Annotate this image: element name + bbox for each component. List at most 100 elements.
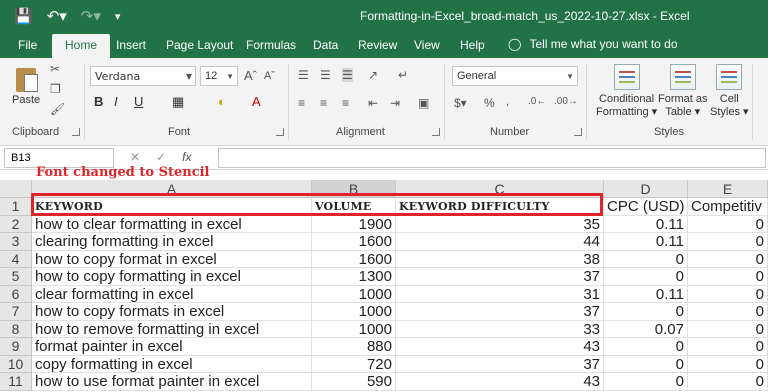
cell-cpc[interactable]: 0.11 (604, 285, 688, 303)
paste-icon[interactable] (14, 64, 40, 94)
borders-icon[interactable]: ▦ (172, 94, 184, 110)
cell-competitive[interactable]: 0 (688, 268, 768, 286)
cell-keyword[interactable]: clear formatting in excel (32, 285, 312, 303)
percent-style-icon[interactable]: % (484, 96, 495, 110)
cell-volume[interactable]: 1000 (312, 303, 396, 321)
cell-competitive[interactable]: 0 (688, 233, 768, 251)
row-header[interactable]: 3 (0, 233, 32, 251)
cell-cpc[interactable]: 0 (604, 338, 688, 356)
align-right-icon[interactable]: ≡ (342, 96, 349, 110)
tab-formulas[interactable]: Formulas (246, 38, 296, 52)
cell-cpc[interactable]: 0 (604, 250, 688, 268)
cell-keyword[interactable]: how to use format painter in excel (32, 373, 312, 391)
orientation-icon[interactable]: ↗ (368, 68, 378, 82)
row-header[interactable]: 8 (0, 320, 32, 338)
formula-input[interactable] (218, 148, 766, 168)
italic-button[interactable]: I (114, 94, 118, 109)
redo-icon[interactable]: ↷▾ (81, 7, 101, 25)
cell-keyword[interactable]: how to clear formatting in excel (32, 215, 312, 233)
cell-competitive[interactable]: 0 (688, 320, 768, 338)
cell-keyword[interactable]: how to copy formats in excel (32, 303, 312, 321)
merge-center-icon[interactable]: ▣ (418, 96, 429, 110)
number-format-dropdown[interactable]: General ▼ (452, 66, 578, 86)
accounting-format-icon[interactable]: $▾ (454, 96, 467, 110)
row-header[interactable]: 2 (0, 215, 32, 233)
row-header[interactable]: 10 (0, 355, 32, 373)
cell-difficulty[interactable]: 38 (396, 250, 604, 268)
align-bottom-icon[interactable]: ☰ (342, 68, 353, 82)
cell-volume[interactable]: 1000 (312, 320, 396, 338)
increase-font-icon[interactable]: Aˆ (244, 68, 257, 83)
fill-color-icon[interactable]: ◐ (218, 94, 226, 109)
cell-cpc[interactable]: 0.11 (604, 233, 688, 251)
undo-icon[interactable]: ↶▾ (47, 7, 67, 25)
cell-volume[interactable]: 590 (312, 373, 396, 391)
tell-me-search[interactable]: ◯ Tell me what you want to do (508, 37, 678, 51)
row-header[interactable]: 7 (0, 303, 32, 321)
cell-volume[interactable]: 1600 (312, 250, 396, 268)
decrease-decimal-icon[interactable]: .00→ (554, 96, 578, 107)
cell-difficulty[interactable]: 44 (396, 233, 604, 251)
format-painter-icon[interactable]: 🖌 (50, 102, 65, 116)
cell-keyword[interactable]: how to remove formatting in excel (32, 320, 312, 338)
cell-competitive[interactable]: 0 (688, 250, 768, 268)
cell-volume[interactable]: 1600 (312, 233, 396, 251)
cell-difficulty[interactable]: 37 (396, 268, 604, 286)
align-left-icon[interactable]: ≡ (298, 96, 305, 110)
cell-keyword[interactable]: clearing formatting in excel (32, 233, 312, 251)
row-header[interactable]: 1 (0, 198, 32, 216)
tab-page-layout[interactable]: Page Layout (166, 38, 233, 52)
row-header[interactable]: 9 (0, 338, 32, 356)
cell-volume[interactable]: 1900 (312, 215, 396, 233)
cancel-icon[interactable]: ✕ (130, 150, 140, 164)
copy-icon[interactable]: ❐ (50, 82, 61, 96)
comma-style-icon[interactable]: , (506, 96, 509, 108)
increase-indent-icon[interactable]: ⇥ (390, 96, 400, 110)
column-header-d[interactable]: D (604, 180, 688, 198)
tab-file[interactable]: File (18, 38, 37, 52)
cell-difficulty[interactable]: 37 (396, 355, 604, 373)
tab-help[interactable]: Help (460, 38, 485, 52)
cut-icon[interactable]: ✂ (50, 62, 60, 76)
header-cell-competitive[interactable]: Competitiv (688, 198, 768, 216)
alignment-launcher-icon[interactable] (432, 128, 440, 136)
cell-competitive[interactable]: 0 (688, 303, 768, 321)
enter-icon[interactable]: ✓ (156, 150, 166, 164)
cell-volume[interactable]: 720 (312, 355, 396, 373)
increase-decimal-icon[interactable]: .0← (528, 96, 546, 107)
cell-difficulty[interactable]: 37 (396, 303, 604, 321)
row-header[interactable]: 11 (0, 373, 32, 391)
cell-keyword[interactable]: how to copy format in excel (32, 250, 312, 268)
cell-cpc[interactable]: 0 (604, 373, 688, 391)
cell-cpc[interactable]: 0.07 (604, 320, 688, 338)
cell-cpc[interactable]: 0 (604, 303, 688, 321)
cell-difficulty[interactable]: 43 (396, 373, 604, 391)
select-all-corner[interactable] (0, 180, 32, 198)
cell-cpc[interactable]: 0 (604, 268, 688, 286)
save-icon[interactable]: 💾 (14, 7, 33, 25)
wrap-text-icon[interactable]: ↵ (398, 68, 408, 82)
align-middle-icon[interactable]: ☰ (320, 68, 331, 82)
font-name-dropdown[interactable]: Verdana ▼ (90, 66, 196, 86)
cell-competitive[interactable]: 0 (688, 338, 768, 356)
cell-volume[interactable]: 880 (312, 338, 396, 356)
underline-button[interactable]: U (134, 94, 143, 109)
cell-cpc[interactable]: 0 (604, 355, 688, 373)
cell-keyword[interactable]: format painter in excel (32, 338, 312, 356)
conditional-formatting-button[interactable]: Conditional Formatting ▾ (596, 64, 657, 119)
tab-insert[interactable]: Insert (116, 38, 146, 52)
row-header[interactable]: 4 (0, 250, 32, 268)
cell-competitive[interactable]: 0 (688, 355, 768, 373)
cell-competitive[interactable]: 0 (688, 215, 768, 233)
cell-competitive[interactable]: 0 (688, 373, 768, 391)
cell-difficulty[interactable]: 31 (396, 285, 604, 303)
font-size-dropdown[interactable]: 12 ▼ (200, 66, 238, 86)
cell-difficulty[interactable]: 33 (396, 320, 604, 338)
row-header[interactable]: 6 (0, 285, 32, 303)
format-as-table-button[interactable]: Format as Table ▾ (658, 64, 708, 119)
cell-difficulty[interactable]: 43 (396, 338, 604, 356)
tab-data[interactable]: Data (313, 38, 338, 52)
cell-difficulty[interactable]: 35 (396, 215, 604, 233)
column-header-e[interactable]: E (688, 180, 768, 198)
cell-competitive[interactable]: 0 (688, 285, 768, 303)
